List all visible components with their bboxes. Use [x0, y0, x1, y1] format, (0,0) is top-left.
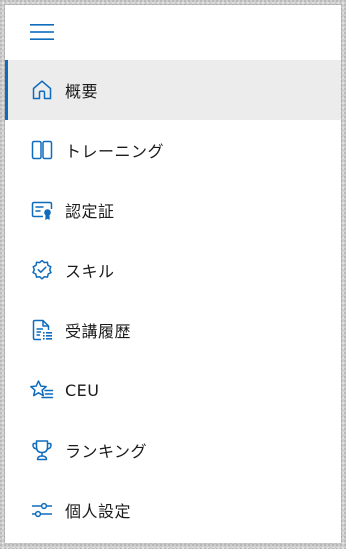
hamburger-menu-icon: [30, 24, 54, 40]
trophy-icon: [29, 437, 55, 463]
nav-label-personal-settings: 個人設定: [65, 502, 132, 521]
nav-item-certifications[interactable]: 認定証: [5, 180, 341, 240]
navigation-panel: 概要 トレーニング 認定証 スキル 受講履歴 CEU ランキング 個人設定: [5, 5, 341, 543]
home-icon: [29, 77, 55, 103]
nav-item-personal-settings[interactable]: 個人設定: [5, 480, 341, 540]
book-icon: [29, 137, 55, 163]
nav-item-ranking[interactable]: ランキング: [5, 420, 341, 480]
sidebar-nav: 概要 トレーニング 認定証 スキル 受講履歴 CEU ランキング 個人設定: [5, 60, 341, 540]
certificate-icon: [29, 197, 55, 223]
nav-item-skills[interactable]: スキル: [5, 240, 341, 300]
nav-item-ceu[interactable]: CEU: [5, 360, 341, 420]
hamburger-menu-button[interactable]: [29, 21, 55, 43]
nav-item-overview[interactable]: 概要: [5, 60, 341, 120]
nav-label-certifications: 認定証: [65, 202, 115, 221]
nav-label-ranking: ランキング: [65, 442, 148, 461]
nav-label-training: トレーニング: [65, 142, 165, 161]
star-list-icon: [29, 377, 55, 403]
badge-check-icon: [29, 257, 55, 283]
nav-label-ceu: CEU: [65, 380, 100, 400]
sliders-icon: [29, 497, 55, 523]
nav-label-skills: スキル: [65, 262, 115, 281]
nav-label-learning-history: 受講履歴: [65, 322, 132, 341]
nav-item-training[interactable]: トレーニング: [5, 120, 341, 180]
nav-item-learning-history[interactable]: 受講履歴: [5, 300, 341, 360]
document-list-icon: [29, 317, 55, 343]
nav-label-overview: 概要: [65, 82, 99, 101]
